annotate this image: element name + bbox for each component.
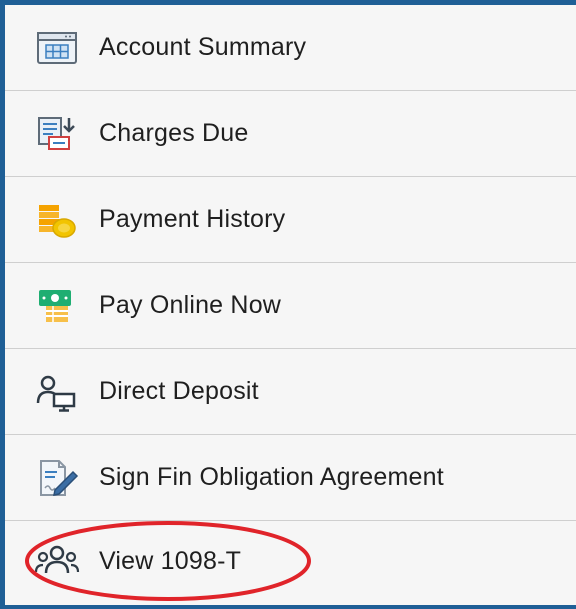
menu-item-sign-fin-obligation-agreement[interactable]: Sign Fin Obligation Agreement [5, 435, 576, 521]
cash-payment-icon [33, 285, 81, 327]
menu-item-label: Direct Deposit [99, 377, 259, 405]
coins-icon [33, 199, 81, 241]
menu-item-view-1098-t[interactable]: View 1098-T [5, 521, 576, 601]
menu-item-pay-online-now[interactable]: Pay Online Now [5, 263, 576, 349]
menu-item-payment-history[interactable]: Payment History [5, 177, 576, 263]
invoice-download-icon [33, 113, 81, 155]
table-icon [33, 27, 81, 69]
person-computer-icon [33, 371, 81, 413]
menu-item-label: Charges Due [99, 119, 249, 147]
menu-item-label: Payment History [99, 205, 286, 233]
people-group-icon [33, 540, 81, 582]
menu-item-direct-deposit[interactable]: Direct Deposit [5, 349, 576, 435]
menu-item-label: View 1098-T [99, 546, 242, 575]
menu-item-label: Pay Online Now [99, 291, 282, 319]
menu-item-charges-due[interactable]: Charges Due [5, 91, 576, 177]
student-finance-menu: Account Summary Charges Due Payment Hist… [5, 5, 576, 601]
sign-document-icon [33, 457, 81, 499]
menu-item-label: Sign Fin Obligation Agreement [99, 463, 444, 491]
student-finance-menu-panel: Account Summary Charges Due Payment Hist… [0, 0, 576, 609]
menu-item-account-summary[interactable]: Account Summary [5, 5, 576, 91]
menu-item-label: Account Summary [99, 33, 307, 61]
